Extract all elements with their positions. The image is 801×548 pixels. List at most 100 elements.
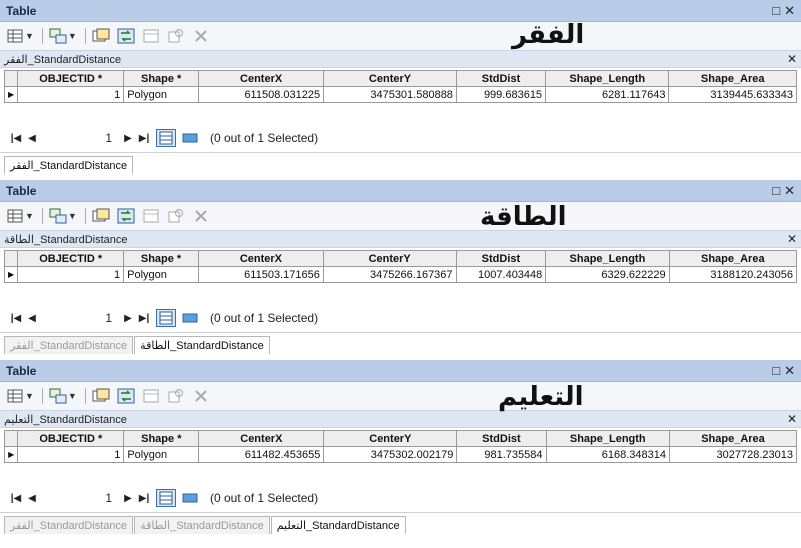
show-all-records-icon[interactable] — [156, 129, 176, 147]
table-cell[interactable]: Polygon — [123, 86, 200, 103]
current-record-field[interactable]: 1 — [44, 129, 116, 147]
window-titlebar[interactable]: Table □ ✕ — [0, 360, 801, 382]
window-titlebar[interactable]: Table □ ✕ — [0, 0, 801, 22]
row-selector-arrow-icon[interactable]: ▶ — [3, 86, 19, 103]
show-selected-records-icon[interactable] — [180, 489, 200, 507]
close-table-icon[interactable]: ✕ — [787, 232, 797, 246]
zoom-to-selected-icon[interactable] — [165, 386, 187, 406]
clear-selection-icon[interactable] — [140, 386, 162, 406]
column-header[interactable]: Shape_Area — [668, 250, 798, 267]
column-header[interactable]: StdDist — [455, 250, 547, 267]
maximize-icon[interactable]: □ — [772, 3, 780, 18]
table-options-icon[interactable] — [4, 386, 26, 406]
close-icon[interactable]: ✕ — [784, 3, 795, 19]
first-record-icon[interactable]: |◀ — [8, 313, 24, 324]
table-cell[interactable]: 1007.403448 — [455, 266, 547, 283]
table-cell[interactable]: 3475301.580888 — [323, 86, 457, 103]
related-tables-icon[interactable] — [47, 26, 69, 46]
last-record-icon[interactable]: ▶| — [136, 313, 152, 324]
table-tab[interactable]: الفقر_StandardDistance — [4, 336, 134, 354]
previous-record-icon[interactable]: ◀ — [24, 133, 40, 144]
table-cell[interactable]: 6329.622229 — [545, 266, 670, 283]
window-titlebar[interactable]: Table □ ✕ — [0, 180, 801, 202]
column-header[interactable]: CenterX — [198, 70, 325, 87]
clear-selection-icon[interactable] — [140, 206, 162, 226]
select-by-attributes-icon[interactable] — [90, 206, 112, 226]
column-header[interactable]: Shape * — [123, 430, 200, 447]
row-selector-arrow-icon[interactable]: ▶ — [3, 266, 19, 283]
chevron-down-icon[interactable]: ▼ — [25, 211, 34, 221]
table-cell[interactable]: 999.683615 — [455, 86, 547, 103]
table-row[interactable]: ▶ 1 Polygon 611503.171656 3475266.167367 1007… — [3, 266, 798, 283]
column-header[interactable]: Shape * — [123, 70, 200, 87]
table-cell[interactable]: 3475302.002179 — [323, 446, 458, 463]
maximize-icon[interactable]: □ — [772, 363, 780, 378]
related-tables-icon[interactable] — [47, 206, 69, 226]
row-selector-header[interactable] — [3, 250, 19, 267]
zoom-to-selected-icon[interactable] — [165, 206, 187, 226]
table-tab[interactable]: الفقر_StandardDistance — [4, 516, 134, 534]
next-record-icon[interactable]: ▶ — [120, 493, 136, 504]
column-header[interactable]: OBJECTID * — [17, 250, 125, 267]
next-record-icon[interactable]: ▶ — [120, 133, 136, 144]
table-tab[interactable]: التعليم_StandardDistance — [270, 516, 406, 534]
first-record-icon[interactable]: |◀ — [8, 133, 24, 144]
select-by-attributes-icon[interactable] — [90, 386, 112, 406]
table-options-icon[interactable] — [4, 206, 26, 226]
last-record-icon[interactable]: ▶| — [136, 493, 152, 504]
column-header[interactable]: Shape_Length — [545, 70, 670, 87]
current-record-field[interactable]: 1 — [44, 309, 116, 327]
zoom-to-selected-icon[interactable] — [165, 26, 187, 46]
related-tables-icon[interactable] — [47, 386, 69, 406]
show-all-records-icon[interactable] — [156, 489, 176, 507]
column-header[interactable]: StdDist — [455, 70, 547, 87]
close-icon[interactable]: ✕ — [784, 363, 795, 379]
table-cell[interactable]: 611503.171656 — [197, 266, 324, 283]
row-selector-header[interactable] — [3, 430, 19, 447]
table-cell[interactable]: 611482.453655 — [198, 446, 325, 463]
table-tab[interactable]: الطاقة_StandardDistance — [134, 516, 270, 534]
column-header[interactable]: CenterY — [322, 250, 457, 267]
column-header[interactable]: StdDist — [456, 430, 547, 447]
table-cell[interactable]: 1 — [17, 446, 125, 463]
switch-selection-icon[interactable] — [115, 386, 137, 406]
table-cell[interactable]: 981.735584 — [456, 446, 547, 463]
delete-selected-icon[interactable] — [190, 26, 212, 46]
switch-selection-icon[interactable] — [115, 26, 137, 46]
column-header[interactable]: CenterX — [197, 250, 324, 267]
chevron-down-icon[interactable]: ▼ — [25, 391, 34, 401]
table-cell[interactable]: Polygon — [123, 446, 200, 463]
chevron-down-icon[interactable]: ▼ — [25, 31, 34, 41]
first-record-icon[interactable]: |◀ — [8, 493, 24, 504]
column-header[interactable]: CenterY — [323, 70, 457, 87]
close-table-icon[interactable]: ✕ — [787, 52, 797, 66]
switch-selection-icon[interactable] — [115, 206, 137, 226]
chevron-down-icon[interactable]: ▼ — [68, 31, 77, 41]
table-tab[interactable]: الطاقة_StandardDistance — [134, 336, 270, 354]
table-row[interactable]: ▶ 1 Polygon 611508.031225 3475301.580888 999.… — [3, 86, 797, 103]
table-cell[interactable]: 1 — [17, 86, 125, 103]
table-cell[interactable]: Polygon — [123, 266, 199, 283]
chevron-down-icon[interactable]: ▼ — [68, 391, 77, 401]
table-cell[interactable]: 6168.348314 — [545, 446, 671, 463]
table-row[interactable]: ▶ 1 Polygon 611482.453655 3475302.002179 981.… — [3, 446, 797, 463]
chevron-down-icon[interactable]: ▼ — [68, 211, 77, 221]
table-tab[interactable]: الفقر_StandardDistance — [4, 156, 134, 174]
clear-selection-icon[interactable] — [140, 26, 162, 46]
table-cell[interactable]: 3475266.167367 — [322, 266, 457, 283]
column-header[interactable]: OBJECTID * — [17, 430, 125, 447]
last-record-icon[interactable]: ▶| — [136, 133, 152, 144]
maximize-icon[interactable]: □ — [772, 183, 780, 198]
previous-record-icon[interactable]: ◀ — [24, 313, 40, 324]
row-selector-header[interactable] — [3, 70, 19, 87]
table-options-icon[interactable] — [4, 26, 26, 46]
table-cell[interactable]: 1 — [17, 266, 125, 283]
column-header[interactable]: Shape_Length — [545, 430, 671, 447]
close-table-icon[interactable]: ✕ — [787, 412, 797, 426]
show-all-records-icon[interactable] — [156, 309, 176, 327]
table-cell[interactable]: 611508.031225 — [198, 86, 325, 103]
select-by-attributes-icon[interactable] — [90, 26, 112, 46]
current-record-field[interactable]: 1 — [44, 489, 116, 507]
table-cell[interactable]: 3188120.243056 — [668, 266, 798, 283]
column-header[interactable]: Shape_Area — [669, 430, 797, 447]
